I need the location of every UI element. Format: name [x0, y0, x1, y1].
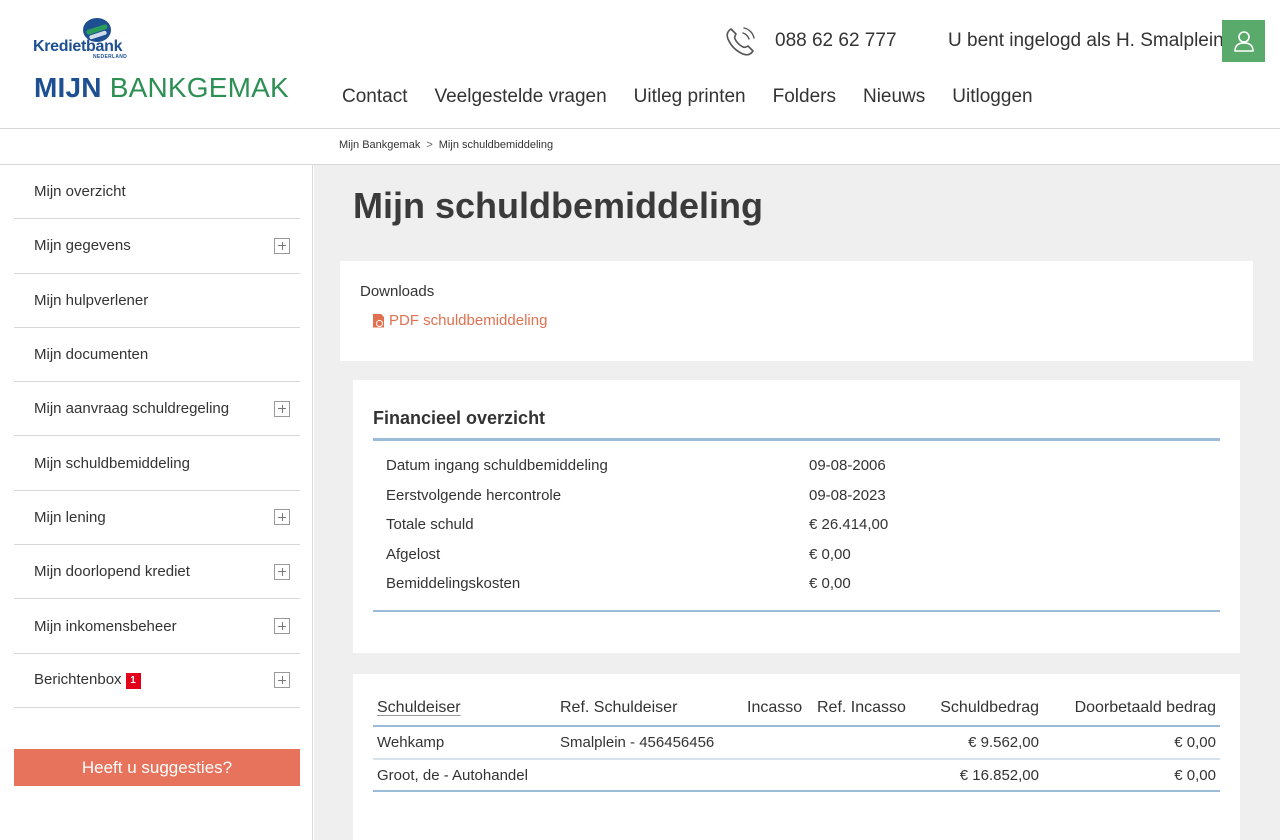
brand-part-1: MIJN	[34, 72, 102, 103]
table-row: Wehkamp Smalplein - 456456456 € 9.562,00…	[373, 727, 1220, 760]
table-row: Groot, de - Autohandel € 16.852,00 € 0,0…	[373, 760, 1220, 792]
phone-icon	[726, 27, 755, 56]
cell-paid-amount: € 0,00	[1174, 766, 1216, 784]
financial-value: 09-08-2006	[809, 457, 886, 474]
user-account-button[interactable]	[1222, 20, 1265, 62]
nav-faq[interactable]: Veelgestelde vragen	[434, 86, 606, 108]
nav-logout[interactable]: Uitloggen	[952, 86, 1032, 108]
cell-creditor: Groot, de - Autohandel	[377, 766, 528, 784]
login-status: U bent ingelogd als H. Smalplein	[948, 30, 1224, 51]
phone-number[interactable]: 088 62 62 777	[775, 30, 897, 52]
breadcrumb-current: Mijn schuldbemiddeling	[438, 139, 554, 151]
financial-overview-card: Financieel overzicht Datum ingang schuld…	[353, 380, 1240, 653]
cell-debt-amount: € 16.852,00	[959, 766, 1039, 784]
unread-count-badge: 1	[125, 673, 141, 690]
financial-overview-title: Financieel overzicht	[373, 408, 546, 428]
nav-news[interactable]: Nieuws	[863, 86, 925, 108]
sidebar-item-label: Mijn inkomensbeheer	[34, 617, 177, 635]
financial-value: 09-08-2023	[809, 486, 886, 504]
breadcrumb-home[interactable]: Mijn Bankgemak	[339, 139, 420, 151]
expand-plus-icon[interactable]	[274, 618, 290, 635]
financial-label: Bemiddelingskosten	[386, 575, 521, 593]
table-header: Schuldeiser Ref. Schuldeiser Incasso Ref…	[373, 694, 1220, 727]
cell-creditor: Wehkamp	[377, 734, 445, 751]
financial-label: Totale schuld	[386, 516, 474, 534]
sidebar-item-label: Berichtenbox 1	[34, 671, 141, 690]
sidebar-item-debt-mediation[interactable]: Mijn schuldbemiddeling	[14, 436, 300, 491]
sidebar-item-label: Mijn gegevens	[34, 237, 131, 255]
sidebar-item-debt-application[interactable]: Mijn aanvraag schuldregeling	[14, 382, 300, 437]
suggestions-button[interactable]: Heeft u suggesties?	[14, 749, 300, 786]
cell-creditor-ref: Smalplein - 456456456	[560, 734, 715, 751]
expand-plus-icon[interactable]	[274, 400, 290, 417]
sidebar-item-label: Mijn aanvraag schuldregeling	[34, 400, 230, 418]
nav-contact[interactable]: Contact	[342, 86, 407, 108]
sidebar-item-label: Mijn lening	[34, 508, 106, 526]
kredietbank-logo[interactable]: Kredietbank NEDERLAND	[33, 18, 143, 60]
main-content: Mijn schuldbemiddeling Downloads PDF sch…	[314, 165, 1280, 840]
sidebar-item-label: Mijn hulpverlener	[34, 291, 149, 309]
brand-title[interactable]: MIJN BANKGEMAK	[34, 72, 289, 104]
site-header: Kredietbank NEDERLAND MIJN BANKGEMAK 088…	[0, 0, 1280, 129]
cell-paid-amount: € 0,00	[1174, 734, 1216, 751]
sidebar-item-loan[interactable]: Mijn lening	[14, 491, 300, 546]
downloads-card: Downloads PDF schuldbemiddeling	[340, 261, 1253, 361]
pdf-link-label: PDF schuldbemiddeling	[389, 312, 548, 329]
expand-plus-icon[interactable]	[274, 237, 290, 254]
sidebar-item-messagebox[interactable]: Berichtenbox 1	[14, 654, 300, 708]
financial-value: € 0,00	[809, 575, 851, 593]
logo-subtitle: NEDERLAND	[93, 54, 128, 60]
sidebar-item-label: Mijn documenten	[34, 346, 149, 364]
cell-debt-amount: € 9.562,00	[968, 734, 1039, 751]
sidebar-item-revolving-credit[interactable]: Mijn doorlopend krediet	[14, 545, 300, 600]
brand-part-2: BANKGEMAK	[109, 72, 289, 103]
financial-label: Afgelost	[386, 545, 441, 563]
financial-label: Eerstvolgende hercontrole	[386, 486, 562, 504]
sidebar-item-label: Mijn schuldbemiddeling	[34, 454, 190, 472]
sidebar-item-overview[interactable]: Mijn overzicht	[14, 165, 300, 220]
expand-plus-icon[interactable]	[274, 672, 290, 689]
sidebar-item-documents[interactable]: Mijn documenten	[14, 328, 300, 383]
column-header-creditor[interactable]: Schuldeiser	[377, 699, 461, 717]
divider	[373, 438, 1220, 441]
expand-plus-icon[interactable]	[274, 509, 290, 526]
pdf-download-link[interactable]: PDF schuldbemiddeling	[373, 312, 547, 329]
downloads-label: Downloads	[360, 283, 435, 300]
column-header-paid-amount: Doorbetaald bedrag	[1074, 699, 1216, 716]
messagebox-label: Berichtenbox	[34, 671, 122, 689]
user-icon	[1233, 31, 1254, 52]
financial-row: Afgelost € 0,00	[386, 541, 1206, 571]
financial-row: Datum ingang schuldbemiddeling 09-08-200…	[386, 452, 1206, 482]
breadcrumb-bar: Mijn Bankgemak > Mijn schuldbemiddeling	[0, 129, 1280, 165]
financial-row: Bemiddelingskosten € 0,00	[386, 570, 1206, 600]
column-header-collection-ref: Ref. Incasso	[817, 699, 906, 716]
sidebar-item-label: Mijn overzicht	[34, 183, 126, 201]
divider	[373, 610, 1220, 612]
pdf-file-icon	[373, 313, 384, 328]
creditors-card: Schuldeiser Ref. Schuldeiser Incasso Ref…	[353, 674, 1240, 840]
breadcrumb: Mijn Bankgemak > Mijn schuldbemiddeling	[339, 139, 553, 151]
sidebar-item-caseworker[interactable]: Mijn hulpverlener	[14, 274, 300, 328]
nav-folders[interactable]: Folders	[773, 86, 836, 108]
financial-overview-list: Datum ingang schuldbemiddeling 09-08-200…	[386, 452, 1206, 600]
top-navigation: Contact Veelgestelde vragen Uitleg print…	[342, 86, 1060, 108]
column-header-creditor-ref: Ref. Schuldeiser	[560, 699, 678, 716]
financial-value: € 0,00	[809, 545, 851, 563]
sidebar-item-label: Mijn doorlopend krediet	[34, 563, 190, 581]
sidebar-menu: Mijn overzicht Mijn gegevens Mijn hulpve…	[14, 165, 300, 708]
sidebar: Mijn overzicht Mijn gegevens Mijn hulpve…	[0, 165, 313, 840]
financial-value: € 26.414,00	[809, 516, 889, 534]
financial-row: Eerstvolgende hercontrole 09-08-2023	[386, 482, 1206, 512]
creditors-table: Schuldeiser Ref. Schuldeiser Incasso Ref…	[373, 694, 1220, 792]
page-title: Mijn schuldbemiddeling	[353, 185, 764, 226]
column-header-collection: Incasso	[747, 699, 803, 716]
sidebar-item-income-management[interactable]: Mijn inkomensbeheer	[14, 599, 300, 654]
column-header-debt-amount: Schuldbedrag	[940, 699, 1039, 716]
breadcrumb-separator: >	[426, 139, 433, 151]
nav-print-explanation[interactable]: Uitleg printen	[634, 86, 746, 108]
financial-row: Totale schuld € 26.414,00	[386, 511, 1206, 541]
financial-label: Datum ingang schuldbemiddeling	[386, 457, 608, 474]
sidebar-item-details[interactable]: Mijn gegevens	[14, 219, 300, 274]
expand-plus-icon[interactable]	[274, 563, 290, 580]
